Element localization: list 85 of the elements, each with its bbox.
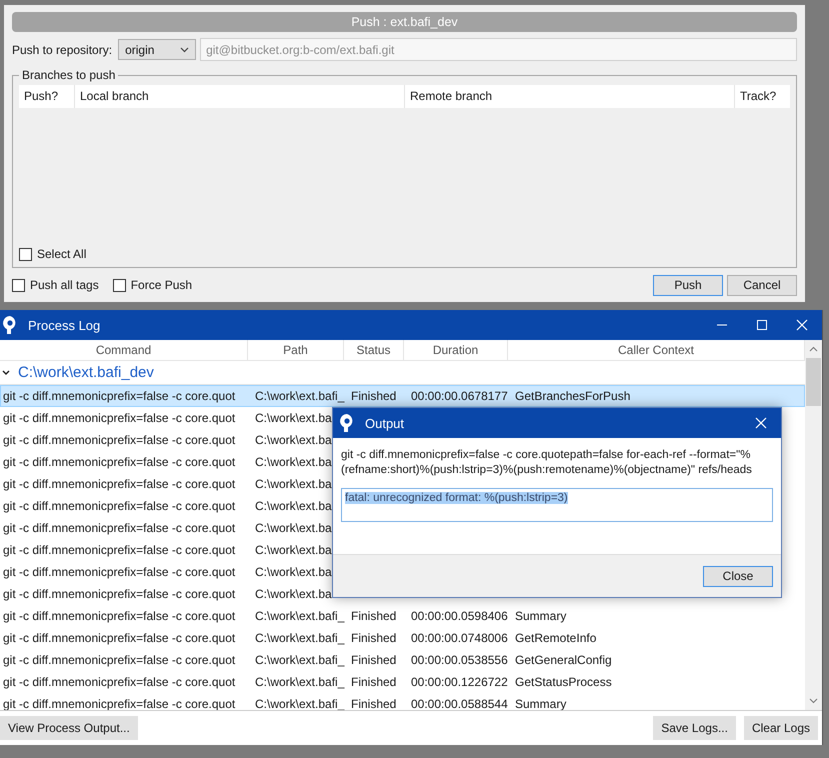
duration-cell: 00:00:00.0598406 xyxy=(411,609,508,623)
path-cell: C:\work\ext.ba xyxy=(255,477,332,491)
command-cell: git -c diff.mnemonicprefix=false -c core.quot xyxy=(3,675,236,689)
scroll-thumb[interactable] xyxy=(806,358,821,406)
command-text: git -c diff.mnemonicprefix=false -c core.quotepath=false for-each-ref --format="%(refname:short)%(push:lstrip=3)%(push:remotename)%(objectname)" refs/heads xyxy=(341,448,753,478)
dialog-title: Push : ext.bafi_dev xyxy=(12,12,797,32)
column-header[interactable]: Local branch xyxy=(75,85,405,108)
duration-cell: 00:00:00.0588544 xyxy=(411,697,508,710)
duration-cell: 00:00:00.0748006 xyxy=(411,631,508,645)
select-all-checkbox[interactable]: Select All xyxy=(19,247,790,261)
path-cell: C:\work\ext.bafi_ xyxy=(255,609,344,623)
command-cell: git -c diff.mnemonicprefix=false -c core.quot xyxy=(3,543,236,557)
command-cell: git -c diff.mnemonicprefix=false -c core.quot xyxy=(3,433,236,447)
path-cell: C:\work\ext.ba xyxy=(255,565,332,579)
column-header[interactable]: Command xyxy=(0,340,248,360)
scroll-up-icon[interactable] xyxy=(809,346,818,352)
duration-cell: 00:00:00.0678177 xyxy=(411,389,508,403)
caret-icon xyxy=(180,46,190,52)
column-header[interactable]: Status xyxy=(344,340,404,360)
path-cell: C:\work\ext.ba xyxy=(255,543,332,557)
path-cell: C:\work\ext.bafi_ xyxy=(255,389,344,403)
group-title: Branches to push xyxy=(19,68,118,82)
maximize-icon[interactable] xyxy=(756,319,768,331)
path-cell: C:\work\ext.ba xyxy=(255,587,332,601)
scrollbar[interactable] xyxy=(805,340,822,710)
app-logo-icon xyxy=(339,413,355,433)
duration-cell: 00:00:00.1226722 xyxy=(411,675,508,689)
path-cell: C:\work\ext.ba xyxy=(255,411,332,425)
command-cell: git -c diff.mnemonicprefix=false -c core.quot xyxy=(3,411,236,425)
context-cell: GetStatusProcess xyxy=(515,675,612,689)
path-cell: C:\work\ext.bafi_ xyxy=(255,675,344,689)
status-cell: Finished xyxy=(351,697,396,710)
column-header[interactable]: Duration xyxy=(404,340,508,360)
log-row[interactable]: git -c diff.mnemonicprefix=false -c core.quot C:\work\ext.bafi_ Finished 00:00:00.0678177 GetBranchesForPush xyxy=(0,385,805,407)
log-row[interactable]: git -c diff.mnemonicprefix=false -c core.quot C:\work\ext.bafi_ Finished 00:00:00.0538556 GetGeneralConfig xyxy=(0,649,805,671)
status-cell: Finished xyxy=(351,609,396,623)
column-header[interactable]: Path xyxy=(248,340,344,360)
dialog-button[interactable]: Push xyxy=(653,274,723,296)
path-cell: C:\work\ext.bafi_ xyxy=(255,653,344,667)
window-title: Process Log xyxy=(28,318,100,332)
command-cell: git -c diff.mnemonicprefix=false -c core.quot xyxy=(3,521,236,535)
path-cell: C:\work\ext.ba xyxy=(255,499,332,513)
close-icon[interactable] xyxy=(796,319,808,331)
close-icon[interactable] xyxy=(755,417,767,429)
option-checkbox[interactable]: Force Push xyxy=(112,278,192,292)
footer-button[interactable]: Save Logs... xyxy=(653,716,736,740)
repository-label: Push to repository: xyxy=(12,42,112,56)
footer-button[interactable]: View Process Output... xyxy=(0,716,138,740)
log-row[interactable]: git -c diff.mnemonicprefix=false -c core.quot C:\work\ext.bafi_ Finished 00:00:00.0598406 Summary xyxy=(0,605,805,627)
path-cell: C:\work\ext.bafi_ xyxy=(255,631,344,645)
command-cell: git -c diff.mnemonicprefix=false -c core.quot xyxy=(3,565,236,579)
dialog-button[interactable]: Cancel xyxy=(727,274,797,296)
scroll-down-icon[interactable] xyxy=(809,698,818,704)
close-button[interactable]: Close xyxy=(703,566,773,586)
path-cell: C:\work\ext.ba xyxy=(255,433,332,447)
path-cell: C:\work\ext.ba xyxy=(255,455,332,469)
log-row[interactable]: git -c diff.mnemonicprefix=false -c core.quot C:\work\ext.bafi_ Finished 00:00:00.0748006 GetRemoteInfo xyxy=(0,627,805,649)
option-checkbox[interactable]: Push all tags xyxy=(12,278,99,292)
command-cell: git -c diff.mnemonicprefix=false -c core.quot xyxy=(3,587,236,601)
status-cell: Finished xyxy=(351,389,396,403)
context-cell: GetBranchesForPush xyxy=(515,389,630,403)
command-cell: git -c diff.mnemonicprefix=false -c core.quot xyxy=(3,499,236,513)
command-cell: git -c diff.mnemonicprefix=false -c core.quot xyxy=(3,455,236,469)
status-cell: Finished xyxy=(351,675,396,689)
footer-button[interactable]: Clear Logs xyxy=(744,716,818,740)
column-header[interactable]: Track? xyxy=(735,85,790,108)
remote-dropdown[interactable]: origin xyxy=(118,39,196,60)
command-cell: git -c diff.mnemonicprefix=false -c core.quot xyxy=(3,477,236,491)
command-cell: git -c diff.mnemonicprefix=false -c core.quot xyxy=(3,389,236,403)
output-field[interactable]: fatal: unrecognized format: %(push:lstrip=3) xyxy=(341,488,773,522)
command-cell: git -c diff.mnemonicprefix=false -c core.quot xyxy=(3,631,236,645)
context-cell: Summary xyxy=(515,609,566,623)
context-cell: GetRemoteInfo xyxy=(515,631,596,645)
column-header[interactable]: Push? xyxy=(19,85,75,108)
chevron-down-icon[interactable] xyxy=(2,370,10,376)
dialog-title: Output xyxy=(365,416,404,430)
context-cell: GetGeneralConfig xyxy=(515,653,612,667)
duration-cell: 00:00:00.0538556 xyxy=(411,653,508,667)
command-cell: git -c diff.mnemonicprefix=false -c core.quot xyxy=(3,653,236,667)
status-cell: Finished xyxy=(351,653,396,667)
log-row[interactable]: git -c diff.mnemonicprefix=false -c core.quot C:\work\ext.bafi_ Finished 00:00:00.1226722 GetStatusProcess xyxy=(0,671,805,693)
path-cell: C:\work\ext.ba xyxy=(255,521,332,535)
command-cell: git -c diff.mnemonicprefix=false -c core.quot xyxy=(3,609,236,623)
status-cell: Finished xyxy=(351,631,396,645)
column-header[interactable]: Remote branch xyxy=(405,85,735,108)
